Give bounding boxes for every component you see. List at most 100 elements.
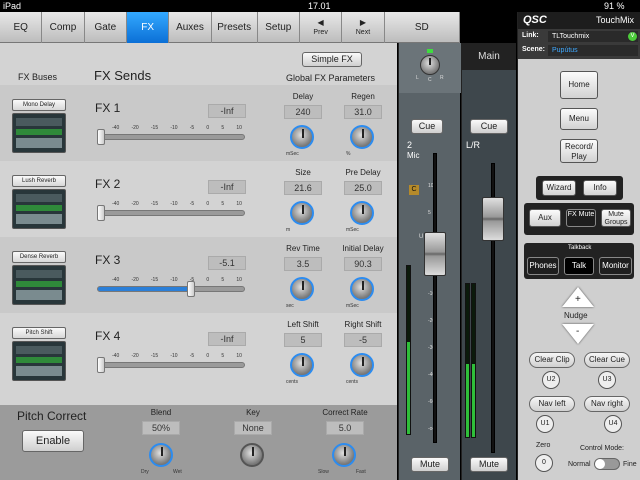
scale-tick: -10 [170,125,178,131]
channel-fader-track [433,153,437,443]
param1-knob[interactable] [290,201,314,225]
tab-setup[interactable]: Setup [258,12,300,43]
param2-knob[interactable] [350,125,374,149]
tab-sd[interactable]: SD [385,12,461,43]
channel-mute-button[interactable]: Mute [411,457,449,472]
tab-eq[interactable]: EQ [0,12,43,43]
param1-value: 240 [284,105,322,119]
scale-tick: 10 [236,125,242,131]
tab-gate[interactable]: Gate [85,12,127,43]
blend-min-label: Dry [141,469,149,475]
home-button[interactable]: Home [560,71,598,99]
param2-knob[interactable] [350,201,374,225]
main-mute-button[interactable]: Mute [470,457,508,472]
fx-preset-button[interactable]: Mono Delay [12,99,66,111]
clear-clip-button[interactable]: Clear Clip [529,352,575,368]
param2-value: -5 [344,333,382,347]
enable-button[interactable]: Enable [22,430,84,452]
clear-cue-button[interactable]: Clear Cue [584,352,630,368]
fx-send-handle[interactable] [97,129,105,145]
fx-send-value: -Inf [208,332,246,346]
param2-knob[interactable] [350,353,374,377]
wizard-group: Wizard Info [536,176,623,200]
right-panel: QSC TouchMix Link: TLTouchmix V Scene: P… [517,12,640,480]
link-value[interactable]: TLTouchmix [548,31,638,42]
scale-tick: 10 [236,201,242,207]
key-value: None [234,421,272,435]
pitch-correct-title: Pitch Correct [17,409,87,423]
scale-tick: 0 [206,277,210,283]
scale-tick: -40 [112,353,120,359]
param1-unit: sec [286,303,294,309]
info-button[interactable]: Info [583,180,617,196]
record-play-button[interactable]: Record/ Play [560,139,598,163]
fx-send-slider[interactable] [97,134,245,140]
monitor-button[interactable]: Monitor [599,257,632,275]
next-button[interactable]: ▶ Next [342,12,385,43]
channel-cue-button[interactable]: Cue [411,119,443,134]
prev-button[interactable]: ◀ Prev [300,12,343,43]
param2-label: Initial Delay [342,244,384,253]
tab-auxes[interactable]: Auxes [169,12,212,43]
fx-send-handle[interactable] [186,281,195,297]
control-mode-toggle[interactable] [594,458,620,470]
fx-preset-thumbnail[interactable] [12,189,66,229]
talkback-group: Talkback Phones Talk Monitor [524,243,634,279]
fx-send-fill [98,287,192,291]
fx-send-slider[interactable] [97,362,245,368]
aux-button[interactable]: Aux [529,209,561,227]
main-cue-button[interactable]: Cue [470,119,508,134]
correct-rate-knob[interactable] [332,443,356,467]
tab-comp[interactable]: Comp [42,12,85,43]
fx-send-handle[interactable] [97,205,105,221]
fx-preset-thumbnail[interactable] [12,341,66,381]
fx-row: Mono Delay FX 1 -Inf -40 -20 -15 -10 -5 0 5 10 … [0,85,397,161]
scale-tick: -40 [112,201,120,207]
fx-preset-button[interactable]: Dense Reverb [12,251,66,263]
fx-mute-button[interactable]: FX Mute [566,209,596,227]
u4-button[interactable]: U4 [604,415,622,433]
tab-fx[interactable]: FX [126,12,170,43]
fx-send-slider[interactable] [97,210,245,216]
brand-bar: QSC TouchMix [518,12,640,29]
nav-right-button[interactable]: Nav right [584,396,630,412]
param2-value: 25.0 [344,181,382,195]
blend-knob[interactable] [149,443,173,467]
u3-button[interactable]: U3 [598,371,616,389]
key-knob[interactable] [240,443,264,467]
tab-presets[interactable]: Presets [212,12,258,43]
talk-button[interactable]: Talk [564,257,594,275]
phones-button[interactable]: Phones [527,257,559,275]
pan-knob[interactable] [420,55,440,75]
fx-preset-button[interactable]: Lush Reverb [12,175,66,187]
zero-button[interactable]: 0 [535,454,553,472]
param2-knob[interactable] [350,277,374,301]
main-strip: Main Cue L/R Mute [461,43,516,480]
scale-tick: -5 [189,201,195,207]
blend-max-label: Wet [173,469,182,475]
scene-value[interactable]: Pupútus [548,45,638,56]
fx-preset-thumbnail[interactable] [12,265,66,305]
fx-send-value: -Inf [208,180,246,194]
simple-fx-button[interactable]: Simple FX [302,52,362,67]
param1-unit: mSec [286,151,299,157]
param1-knob[interactable] [290,353,314,377]
param1-knob[interactable] [290,277,314,301]
mute-groups-button[interactable]: Mute Groups [601,209,631,227]
param1-knob[interactable] [290,125,314,149]
menu-button[interactable]: Menu [560,108,598,130]
wizard-button[interactable]: Wizard [542,180,576,196]
param1-value: 3.5 [284,257,322,271]
fx-preset-thumbnail[interactable] [12,113,66,153]
correct-rate-label: Correct Rate [322,408,368,417]
nav-left-button[interactable]: Nav left [529,396,575,412]
fx-send-handle[interactable] [97,357,105,373]
fx-preset-button[interactable]: Pitch Shift [12,327,66,339]
main-fader[interactable] [482,197,504,242]
u1-button[interactable]: U1 [536,415,554,433]
u2-button[interactable]: U2 [542,371,560,389]
param2-label: Regen [351,92,375,101]
scale-tick: -20 [131,277,139,283]
fx-send-slider[interactable] [97,286,245,292]
channel-fader[interactable] [424,231,446,276]
